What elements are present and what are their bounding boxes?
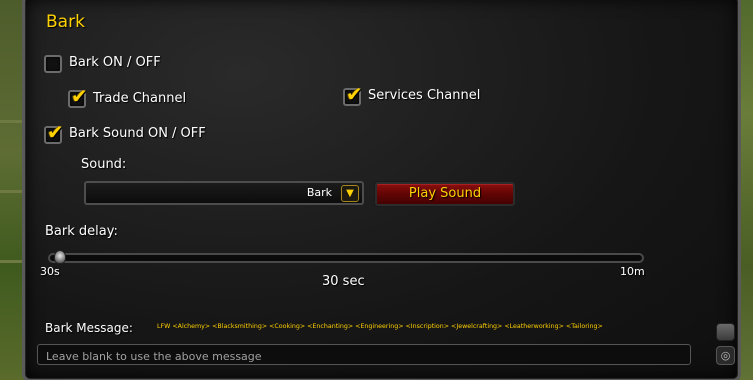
trade-channel-checkbox[interactable]: ✔ [68, 86, 88, 108]
bark-message-input[interactable] [38, 347, 690, 366]
play-sound-button[interactable]: Play Sound [375, 182, 515, 206]
scroll-up-button[interactable] [716, 323, 735, 341]
sound-dropdown[interactable]: Bark ▼ [84, 181, 364, 205]
services-channel-label[interactable]: Services Channel [368, 88, 480, 103]
trade-channel-label[interactable]: Trade Channel [93, 91, 186, 106]
bark-delay-label: Bark delay: [45, 224, 118, 239]
bark-sound-checkbox[interactable]: ✔ [44, 122, 64, 144]
services-channel-checkbox[interactable]: ✔ [343, 84, 363, 106]
sound-label: Sound: [81, 157, 127, 172]
bark-toggle-checkbox[interactable] [44, 55, 62, 73]
slider-max-label: 10m [620, 265, 645, 278]
bark-message-label: Bark Message: [45, 321, 133, 335]
bark-toggle-label[interactable]: Bark ON / OFF [69, 55, 161, 70]
checkmark-icon: ✔ [71, 84, 88, 108]
slider-thumb[interactable] [54, 250, 66, 264]
dropdown-arrow-icon[interactable]: ▼ [341, 185, 359, 202]
bark-message-input-frame [37, 344, 691, 366]
bark-sound-label[interactable]: Bark Sound ON / OFF [69, 126, 206, 141]
slider-min-label: 30s [40, 265, 60, 278]
sound-selected-value: Bark [306, 186, 332, 199]
checkmark-icon: ✔ [47, 120, 64, 144]
checkmark-icon: ✔ [346, 82, 363, 106]
slider-current-value: 30 sec [322, 274, 365, 289]
bark-message-preview: LFW <Alchemy> <Blacksmithing> <Cooking> … [157, 323, 603, 330]
scroll-icon[interactable]: ◎ [716, 346, 735, 365]
world-background-right [739, 0, 753, 380]
bark-delay-slider[interactable] [48, 253, 644, 263]
section-title: Bark [46, 12, 85, 32]
